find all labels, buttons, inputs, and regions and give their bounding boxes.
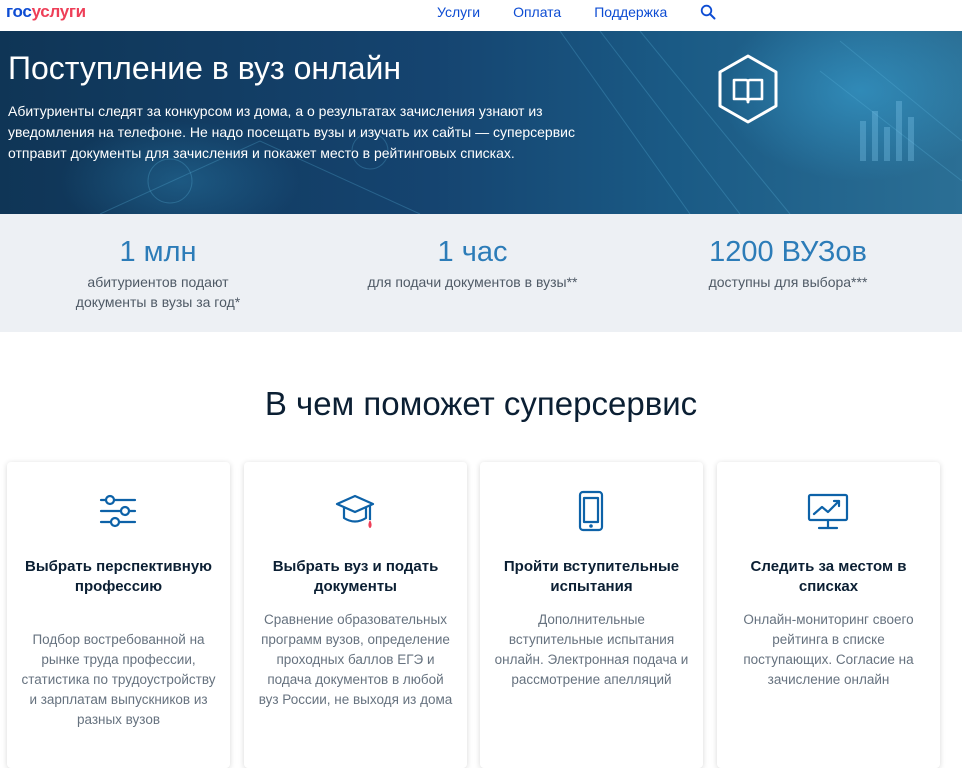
search-icon[interactable] [700, 4, 716, 20]
card-description: Подбор востребованной на рынке труда про… [21, 632, 216, 727]
stat-caption: абитуриентов подают документы в вузы за … [75, 274, 241, 310]
card-description: Онлайн-мониторинг своего рейтинга в спис… [743, 612, 914, 687]
phone-icon [578, 490, 604, 532]
hero-description: Абитуриенты следят за конкурсом из дома,… [8, 103, 575, 161]
card-description: Дополнительные вступительные испытания о… [494, 612, 689, 687]
feature-card-profession[interactable]: Выбрать перспективную профессию Подбор в… [7, 462, 230, 768]
feature-card-ranking[interactable]: Следить за местом в списках Онлайн-монит… [717, 462, 940, 768]
stat-universities: 1200 ВУЗов доступны для выбора*** [680, 232, 896, 292]
nav-link-support[interactable]: Поддержка [594, 4, 667, 20]
logo-part-1: гос [6, 2, 32, 21]
top-navigation-bar: госуслуги Услуги Оплата Поддержка [0, 0, 962, 30]
card-title: Пройти вступительные испытания [503, 558, 680, 595]
gosuslugi-logo[interactable]: госуслуги [6, 2, 86, 22]
main-nav: Услуги Оплата Поддержка [437, 3, 716, 20]
stats-strip: 1 млн абитуриентов подают документы в ву… [0, 214, 962, 332]
card-title: Выбрать перспективную профессию [25, 558, 212, 595]
stat-time: 1 час для подачи документов в вузы** [350, 232, 595, 292]
card-title: Следить за местом в списках [750, 558, 907, 595]
section-title: В чем поможет суперсервис [264, 385, 698, 422]
hero-banner: Поступление в вуз онлайн Абитуриенты сле… [0, 31, 962, 214]
feature-cards: Выбрать перспективную профессию Подбор в… [7, 462, 947, 768]
feature-card-exams[interactable]: Пройти вступительные испытания Дополните… [480, 462, 703, 768]
card-description: Сравнение образовательных программ вузов… [258, 612, 453, 707]
sliders-icon [99, 494, 137, 528]
card-title: Выбрать вуз и подать документы [272, 558, 439, 595]
feature-card-university[interactable]: Выбрать вуз и подать документы Сравнение… [244, 462, 467, 768]
graduation-cap-icon [335, 494, 375, 528]
stat-value: 1 млн [119, 236, 197, 268]
logo-part-2: услуги [31, 2, 87, 21]
page-title: Поступление в вуз онлайн [8, 50, 402, 86]
nav-link-payment[interactable]: Оплата [513, 4, 561, 20]
stat-caption: для подачи документов в вузы** [367, 274, 578, 290]
book-icon [718, 54, 778, 124]
stat-applicants: 1 млн абитуриентов подают документы в ву… [58, 232, 258, 312]
stat-value: 1 час [437, 236, 508, 268]
stat-caption: доступны для выбора*** [708, 274, 868, 290]
monitor-chart-icon [807, 493, 849, 530]
nav-link-services[interactable]: Услуги [437, 4, 480, 20]
stat-value: 1200 ВУЗов [709, 236, 867, 268]
